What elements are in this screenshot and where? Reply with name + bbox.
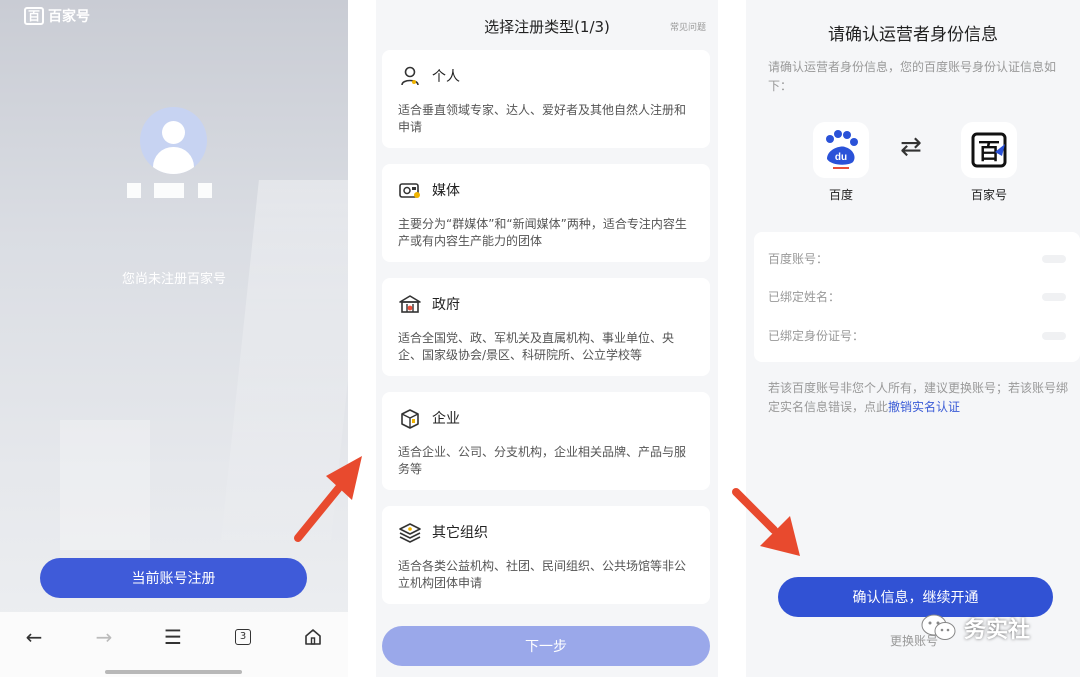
browser-navbar: ← → ☰ 3 <box>0 612 348 677</box>
register-current-account-button[interactable]: 当前账号注册 <box>40 558 307 598</box>
bound-id-label: 已绑定身份证号： <box>768 329 865 343</box>
logo-text: 百家号 <box>48 9 90 25</box>
arrow-icon <box>294 456 362 542</box>
revoke-verification-link[interactable]: 撤销实名认证 <box>888 400 960 414</box>
baidu-account-label: 百度账号： <box>768 252 829 266</box>
avatar <box>140 107 207 174</box>
person-icon <box>398 64 422 88</box>
identity-info-card: 百度账号： 已绑定姓名： 已绑定身份证号： <box>754 232 1080 362</box>
wechat-icon <box>921 614 956 640</box>
organization-icon <box>398 520 422 544</box>
type-title: 媒体 <box>432 183 460 199</box>
faq-link[interactable]: 常见问题 <box>670 20 706 33</box>
home-indicator <box>105 670 242 674</box>
baidu-app-icon: du <box>813 122 869 178</box>
masked-value <box>1042 255 1066 263</box>
baidu-label: 百度 <box>828 188 853 202</box>
register-type-panel: 选择注册类型(1/3) 常见问题 个人 适合垂直领域专家、达人、爱好者及其他自然… <box>376 0 718 677</box>
baijiahao-app-icon: 百 <box>961 122 1017 178</box>
arrow-icon <box>732 488 800 556</box>
identity-confirm-panel: 请确认运营者身份信息 请确认运营者身份信息，您的百度账号身份认证信息如下： du… <box>746 0 1080 677</box>
type-description: 适合垂直领域专家、达人、爱好者及其他自然人注册和申请 <box>398 103 687 134</box>
bound-name-label: 已绑定姓名： <box>768 290 841 304</box>
page-title: 选择注册类型(1/3) <box>484 18 610 36</box>
baijiahao-logo: 百 百家号 <box>24 6 90 26</box>
watermark: 务实社 <box>920 612 1030 644</box>
type-description: 适合企业、公司、分支机构，企业相关品牌、产品与服务等 <box>398 445 687 476</box>
government-icon <box>398 292 422 316</box>
swap-icon: ⇄ <box>900 132 922 162</box>
tabs-button[interactable]: 3 <box>228 624 258 650</box>
account-note: 若该百度账号非您个人所有，建议更换账号；若该账号绑定实名信息错误，点此撤销实名认… <box>768 379 1068 417</box>
type-title: 个人 <box>432 69 460 85</box>
confirm-continue-button[interactable]: 确认信息，继续开通 <box>778 577 1053 617</box>
media-icon <box>398 178 422 202</box>
home-icon[interactable] <box>298 624 328 650</box>
masked-username <box>154 183 184 198</box>
type-description: 适合各类公益机构、社团、民间组织、公共场馆等非公立机构团体申请 <box>398 559 687 590</box>
masked-value <box>1042 332 1066 340</box>
baijiahao-label: 百家号 <box>970 188 1007 202</box>
type-title: 其它组织 <box>432 525 488 541</box>
enterprise-icon <box>398 406 422 430</box>
masked-username <box>198 183 212 198</box>
type-card-government[interactable]: 政府 适合全国党、政、军机关及直属机构、事业单位、央企、国家级协会/景区、科研院… <box>382 278 710 376</box>
logo-mark: 百 <box>24 7 44 25</box>
page-title: 请确认运营者身份信息 <box>828 25 998 45</box>
type-card-personal[interactable]: 个人 适合垂直领域专家、达人、爱好者及其他自然人注册和申请 <box>382 50 710 148</box>
type-description: 主要分为“群媒体”和“新闻媒体”两种，适合专注内容生产或有内容生产能力的团体 <box>398 217 687 248</box>
type-title: 政府 <box>432 297 460 313</box>
identity-intro: 请确认运营者身份信息，您的百度账号身份认证信息如下： <box>768 60 1057 93</box>
masked-value <box>1042 293 1066 301</box>
tab-count: 3 <box>235 629 251 645</box>
type-description: 适合全国党、政、军机关及直属机构、事业单位、央企、国家级协会/景区、科研院所、公… <box>398 331 675 362</box>
type-card-media[interactable]: 媒体 主要分为“群媒体”和“新闻媒体”两种，适合专注内容生产或有内容生产能力的团… <box>382 164 710 262</box>
registration-status: 您尚未注册百家号 <box>121 272 226 287</box>
background-decoration <box>60 420 150 550</box>
watermark-text: 务实社 <box>964 618 1031 643</box>
forward-icon[interactable]: → <box>89 624 119 650</box>
type-card-enterprise[interactable]: 企业 适合企业、公司、分支机构，企业相关品牌、产品与服务等 <box>382 392 710 490</box>
baidu-logo-text: du <box>835 152 847 163</box>
masked-username <box>127 183 141 198</box>
avatar-body <box>153 147 194 174</box>
menu-icon[interactable]: ☰ <box>158 624 188 650</box>
avatar-head <box>162 121 185 144</box>
type-card-other-organization[interactable]: 其它组织 适合各类公益机构、社团、民间组织、公共场馆等非公立机构团体申请 <box>382 506 710 604</box>
type-title: 企业 <box>432 411 460 427</box>
home-icon-glyph <box>305 629 321 645</box>
next-step-button[interactable]: 下一步 <box>382 626 710 666</box>
back-icon[interactable]: ← <box>19 624 49 650</box>
profile-panel: 百 百家号 您尚未注册百家号 当前账号注册 ← → ☰ 3 <box>0 0 348 677</box>
